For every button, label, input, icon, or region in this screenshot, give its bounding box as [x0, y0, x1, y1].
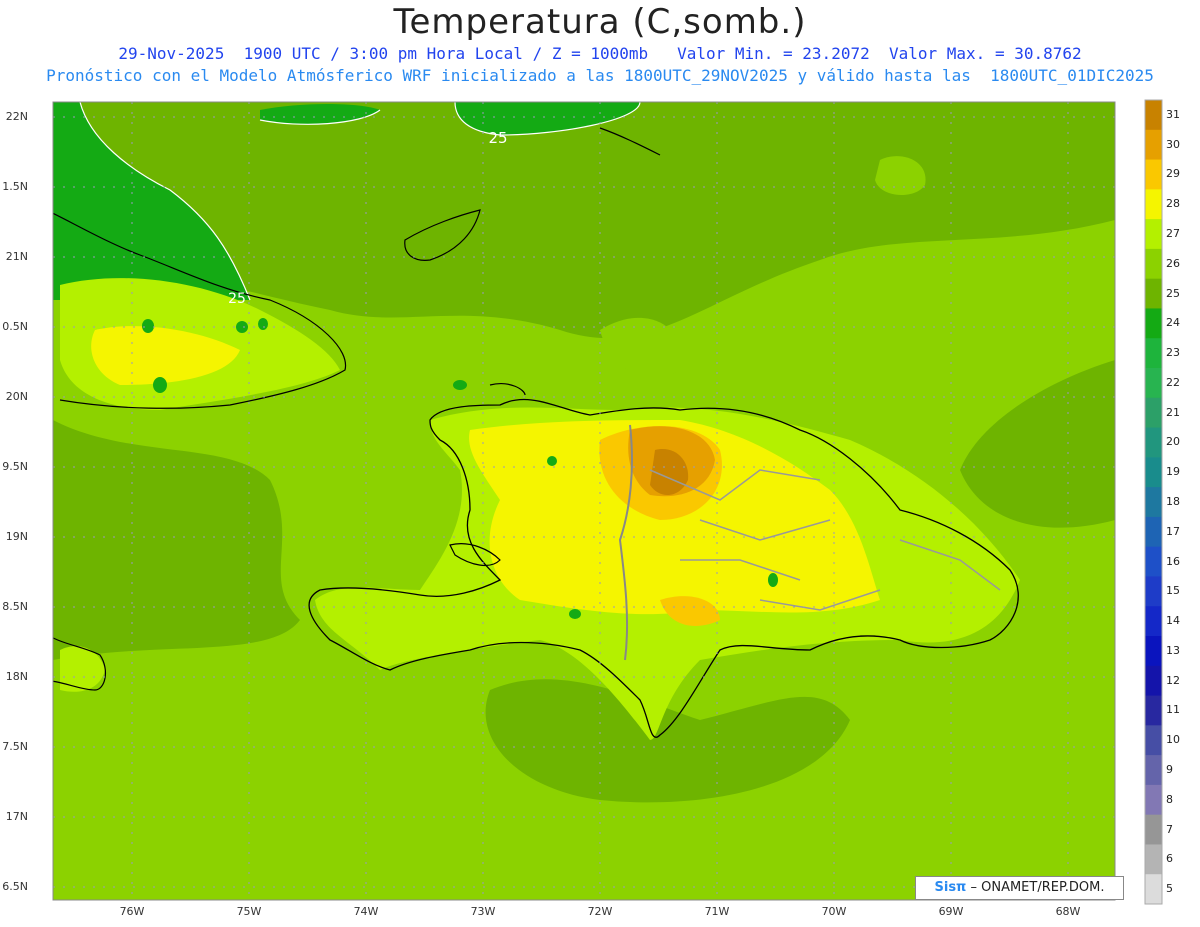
- sispi-logo-text: Sisπ: [934, 880, 967, 895]
- colorbar-label: 25: [1166, 286, 1180, 300]
- colorbar-label: 5: [1166, 882, 1173, 896]
- lon-label: 70W: [821, 905, 847, 918]
- colorbar-swatch: [1145, 695, 1162, 726]
- cell-24: [236, 321, 248, 333]
- colorbar-swatch: [1145, 487, 1162, 518]
- colorbar-swatch: [1145, 219, 1162, 250]
- colorbar-label: 28: [1166, 197, 1180, 211]
- colorbar-label: 8: [1166, 792, 1173, 806]
- colorbar-swatch: [1145, 457, 1162, 488]
- lon-label: 72W: [587, 905, 613, 918]
- colorbar-swatch: [1145, 159, 1162, 190]
- colorbar-label: 24: [1166, 316, 1180, 330]
- colorbar-label: 14: [1166, 614, 1180, 628]
- colorbar-label: 20: [1166, 435, 1180, 449]
- colorbar-swatch: [1145, 725, 1162, 756]
- cell-24: [153, 377, 167, 393]
- lat-label: 19N: [5, 530, 28, 543]
- cell-24: [258, 318, 268, 330]
- colorbar-swatch: [1145, 368, 1162, 399]
- colorbar-swatch: [1145, 100, 1162, 131]
- colorbar-swatch: [1145, 636, 1162, 667]
- colorbar-swatch: [1145, 784, 1162, 816]
- map-canvas: 25 25: [52, 99, 1163, 905]
- colorbar-label: 23: [1166, 346, 1180, 360]
- colorbar-label: 21: [1166, 405, 1180, 419]
- colorbar-label: 10: [1166, 733, 1180, 747]
- colorbar-label: 13: [1166, 643, 1180, 657]
- colorbar-label: 22: [1166, 375, 1180, 389]
- lat-label: 0.5N: [2, 320, 28, 333]
- colorbar-swatch: [1145, 576, 1162, 607]
- colorbar-swatch: [1145, 189, 1162, 220]
- colorbar-label: 31: [1166, 107, 1180, 121]
- lon-label: 69W: [938, 905, 964, 918]
- lon-label: 74W: [353, 905, 379, 918]
- colorbar-label: 17: [1166, 524, 1180, 538]
- colorbar-swatch: [1145, 814, 1162, 845]
- colorbar-label: 18: [1166, 495, 1180, 508]
- lon-label: 68W: [1055, 905, 1081, 918]
- cell-24: [768, 573, 778, 587]
- lon-label: 75W: [236, 905, 262, 918]
- lat-label: 18N: [5, 670, 28, 683]
- colorbar-swatch: [1145, 844, 1162, 875]
- lat-label: 20N: [5, 390, 28, 403]
- cell-24: [142, 319, 154, 333]
- lon-label: 73W: [470, 905, 496, 918]
- lat-label: 8.5N: [2, 600, 28, 613]
- contour-label: 25: [488, 129, 507, 147]
- colorbar-swatch: [1145, 397, 1162, 429]
- colorbar-swatch: [1145, 129, 1162, 161]
- lat-label: 1.5N: [2, 180, 28, 193]
- colorbar-swatch: [1145, 516, 1162, 548]
- colorbar-label: 7: [1166, 822, 1173, 836]
- lon-label: 71W: [704, 905, 730, 918]
- lat-label: 17N: [5, 810, 28, 823]
- lat-label: 7.5N: [2, 740, 28, 753]
- colorbar-swatch: [1145, 427, 1162, 458]
- lon-label: 76W: [119, 905, 145, 918]
- lat-label: 6.5N: [2, 880, 28, 893]
- colorbar-label: 11: [1166, 703, 1180, 717]
- colorbar-swatch: [1145, 308, 1162, 339]
- cell-24: [547, 456, 557, 466]
- temperature-field: [53, 102, 1115, 900]
- credit-text: – ONAMET/REP.DOM.: [966, 880, 1105, 895]
- colorbar-label: 15: [1166, 584, 1180, 598]
- colorbar-label: 29: [1166, 167, 1180, 181]
- cell-24: [569, 609, 581, 619]
- colorbar-label: 26: [1166, 256, 1180, 270]
- colorbar-swatch: [1145, 755, 1162, 786]
- colorbar-swatch: [1145, 546, 1162, 577]
- colorbar-swatch: [1145, 606, 1162, 637]
- colorbar-swatch: [1145, 278, 1162, 309]
- colorbar-label: 27: [1166, 227, 1180, 240]
- colorbar-swatch: [1145, 874, 1162, 905]
- lat-label: 22N: [5, 110, 28, 123]
- colorbar-swatch: [1145, 248, 1162, 280]
- colorbar: [1144, 99, 1163, 905]
- lat-label: 9.5N: [2, 460, 28, 473]
- colorbar-swatch: [1145, 665, 1162, 697]
- colorbar-label: 12: [1166, 673, 1180, 687]
- credit-box: Sisπ – ONAMET/REP.DOM.: [915, 876, 1124, 900]
- colorbar-swatch: [1145, 338, 1162, 369]
- colorbar-label: 9: [1166, 763, 1173, 776]
- lat-label: 21N: [5, 250, 28, 263]
- colorbar-label: 16: [1166, 554, 1180, 568]
- cell-24: [453, 380, 467, 390]
- colorbar-label: 19: [1166, 465, 1180, 479]
- colorbar-label: 6: [1166, 852, 1173, 866]
- colorbar-label: 30: [1166, 137, 1180, 151]
- contour-label: 25: [228, 291, 246, 307]
